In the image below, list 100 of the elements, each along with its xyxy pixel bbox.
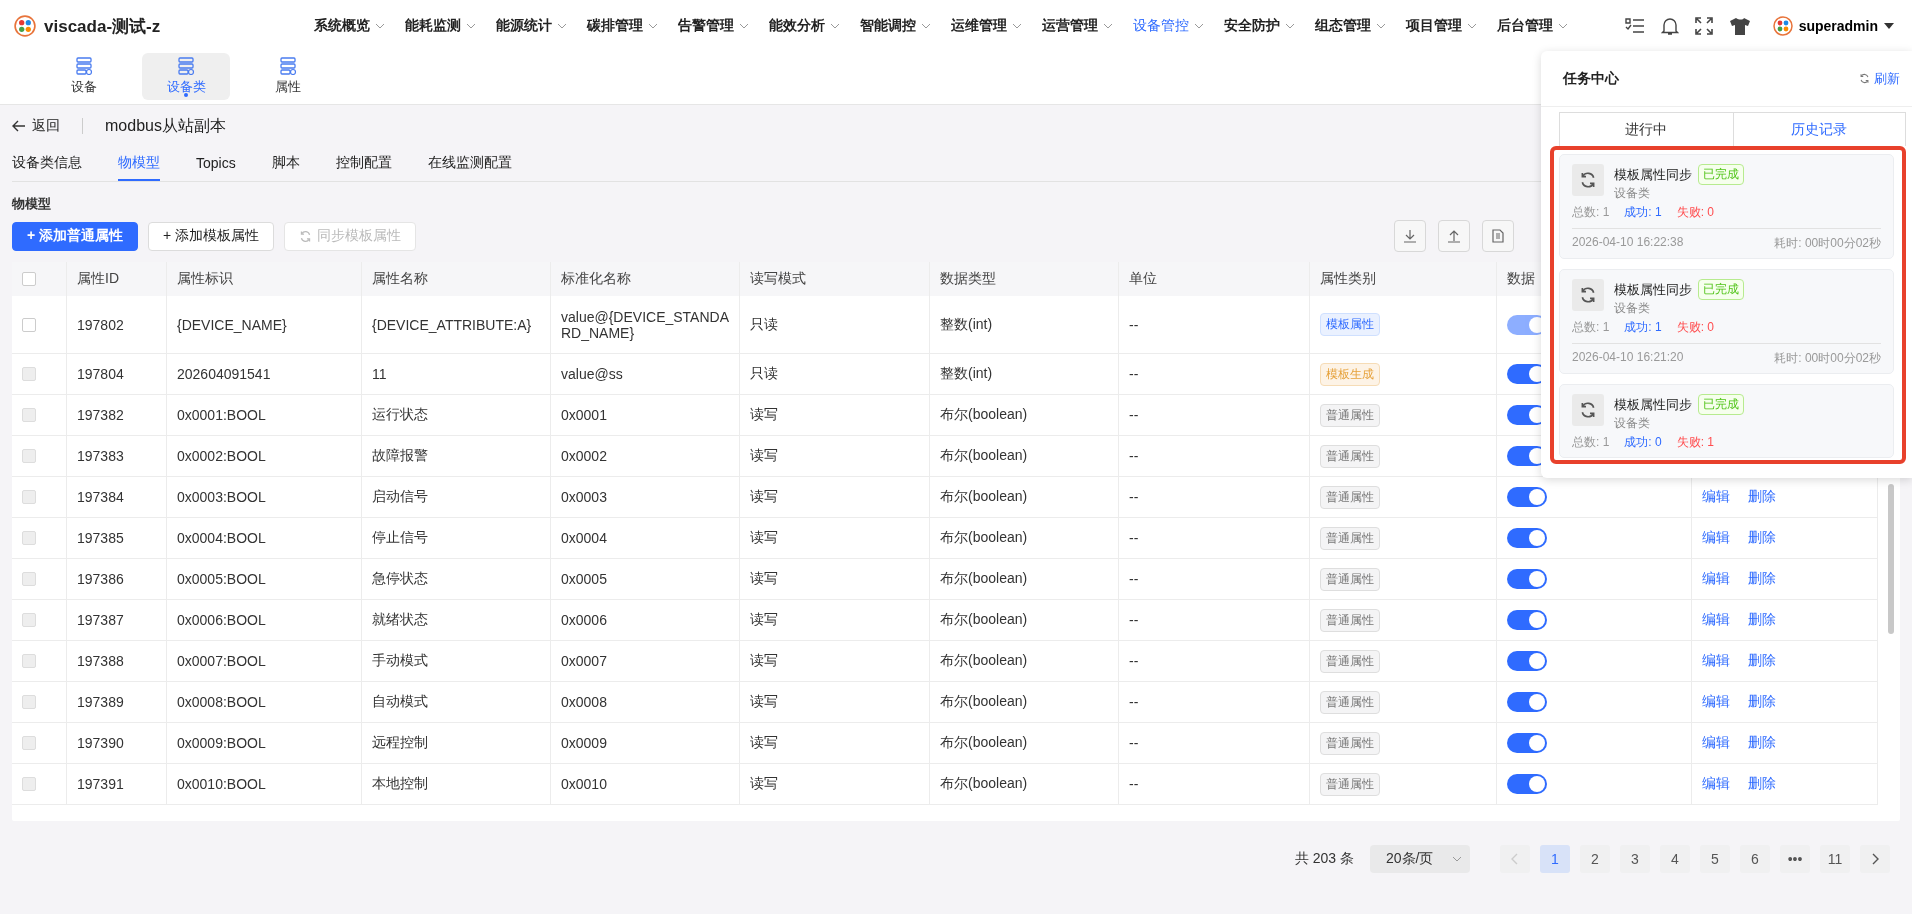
checklist-icon[interactable] xyxy=(1624,17,1645,35)
edit-link[interactable]: 编辑 xyxy=(1702,529,1730,547)
server-icon xyxy=(75,57,93,75)
t-shirt-icon[interactable] xyxy=(1728,17,1751,35)
table-cell: 布尔(boolean) xyxy=(940,693,1028,711)
toggle-switch[interactable] xyxy=(1507,692,1547,712)
nav-menu-item[interactable]: 能源统计 xyxy=(486,17,577,35)
table-cell: 197391 xyxy=(77,776,124,792)
checkbox[interactable] xyxy=(22,317,36,332)
toggle-switch[interactable] xyxy=(1507,733,1547,753)
table-cell: 0x0004:BOOL xyxy=(177,530,266,546)
toolbar-button[interactable]: + 添加普通属性 xyxy=(12,221,139,251)
module-tab[interactable]: 设备类 xyxy=(142,53,230,100)
page-button[interactable]: 5 xyxy=(1700,845,1730,873)
table-cell: 读写 xyxy=(750,693,778,711)
nav-menu-item[interactable]: 组态管理 xyxy=(1305,17,1396,35)
table-cell: 0x0002:BOOL xyxy=(177,448,266,464)
total-count: 总数: 1 xyxy=(1572,319,1610,336)
toggle-switch[interactable] xyxy=(1507,651,1547,671)
module-tab[interactable]: 属性 xyxy=(244,53,332,100)
task-subtitle: 设备类 xyxy=(1614,300,1651,317)
page-button[interactable]: 1 xyxy=(1540,845,1570,873)
upload-button[interactable] xyxy=(1438,220,1470,252)
module-tab[interactable]: 设备 xyxy=(40,53,128,100)
column-header: 属性类别 xyxy=(1320,270,1376,288)
nav-menu-item[interactable]: 碳排管理 xyxy=(577,17,668,35)
toggle-switch[interactable] xyxy=(1507,610,1547,630)
page-button[interactable]: 4 xyxy=(1660,845,1690,873)
table-cell: -- xyxy=(1129,530,1139,546)
back-link[interactable]: 返回 xyxy=(12,117,60,135)
delete-link[interactable]: 删除 xyxy=(1748,652,1776,670)
tab[interactable]: Topics xyxy=(196,147,236,181)
user-menu[interactable]: superadmin xyxy=(1766,15,1900,37)
chevron-down-icon xyxy=(1285,23,1295,29)
nav-menu-item[interactable]: 设备管控 xyxy=(1123,17,1214,35)
refresh-icon xyxy=(1579,171,1597,189)
page-size-select[interactable]: 20条/页 xyxy=(1370,845,1470,873)
page-button[interactable]: ••• xyxy=(1780,845,1810,873)
chevron-down-icon xyxy=(739,23,749,29)
nav-menu-item[interactable]: 安全防护 xyxy=(1214,17,1305,35)
edit-link[interactable]: 编辑 xyxy=(1702,570,1730,588)
next-page-button[interactable] xyxy=(1860,845,1890,873)
nav-menu-item[interactable]: 告警管理 xyxy=(668,17,759,35)
refresh-link[interactable]: 刷新 xyxy=(1859,69,1900,88)
tab[interactable]: 控制配置 xyxy=(335,147,392,181)
server-icon xyxy=(177,57,195,75)
edit-link[interactable]: 编辑 xyxy=(1702,652,1730,670)
nav-menu-item[interactable]: 运维管理 xyxy=(941,17,1032,35)
table-cell: 布尔(boolean) xyxy=(940,611,1028,629)
page-button[interactable]: 6 xyxy=(1740,845,1770,873)
download-button[interactable] xyxy=(1394,220,1426,252)
chevron-down-icon xyxy=(557,23,567,29)
toggle-switch[interactable] xyxy=(1507,569,1547,589)
edit-link[interactable]: 编辑 xyxy=(1702,488,1730,506)
page-button[interactable]: 11 xyxy=(1820,845,1850,873)
delete-link[interactable]: 删除 xyxy=(1748,775,1776,793)
nav-menu-item[interactable]: 系统概览 xyxy=(304,17,395,35)
edit-link[interactable]: 编辑 xyxy=(1702,611,1730,629)
category-tag: 普通属性 xyxy=(1320,526,1380,550)
panel-title: 任务中心 xyxy=(1563,69,1619,88)
delete-link[interactable]: 删除 xyxy=(1748,488,1776,506)
page-button[interactable]: 3 xyxy=(1620,845,1650,873)
nav-menu-item[interactable]: 能效分析 xyxy=(759,17,850,35)
tab[interactable]: 物模型 xyxy=(118,147,160,181)
table-cell: 0x0003 xyxy=(561,489,607,505)
delete-link[interactable]: 删除 xyxy=(1748,734,1776,752)
delete-link[interactable]: 删除 xyxy=(1748,693,1776,711)
nav-menu-item[interactable]: 智能调控 xyxy=(850,17,941,35)
table-cell: 0x0010:BOOL xyxy=(177,776,266,792)
toggle-switch[interactable] xyxy=(1507,528,1547,548)
delete-link[interactable]: 删除 xyxy=(1748,529,1776,547)
tab[interactable]: 在线监测配置 xyxy=(427,147,512,181)
tab[interactable]: 设备类信息 xyxy=(12,147,82,181)
toggle-switch[interactable] xyxy=(1507,774,1547,794)
delete-link[interactable]: 删除 xyxy=(1748,570,1776,588)
tab[interactable]: 脚本 xyxy=(271,147,300,181)
task-title: 模板属性同步 xyxy=(1614,280,1692,299)
checkbox[interactable] xyxy=(22,272,36,286)
table-cell: 197386 xyxy=(77,571,124,587)
table-cell: 读写 xyxy=(750,775,778,793)
success-count: 成功: 0 xyxy=(1624,434,1662,451)
edit-link[interactable]: 编辑 xyxy=(1702,775,1730,793)
document-button[interactable] xyxy=(1482,220,1514,252)
bell-icon[interactable] xyxy=(1660,16,1679,36)
fullscreen-icon[interactable] xyxy=(1694,17,1713,35)
edit-link[interactable]: 编辑 xyxy=(1702,693,1730,711)
toggle-switch[interactable] xyxy=(1507,487,1547,507)
nav-menu-item[interactable]: 后台管理 xyxy=(1487,17,1578,35)
nav-menu-item[interactable]: 能耗监测 xyxy=(395,17,486,35)
caret-icon xyxy=(1884,23,1894,29)
page-button[interactable]: 2 xyxy=(1580,845,1610,873)
category-tag: 普通属性 xyxy=(1320,690,1380,714)
task-subtitle: 设备类 xyxy=(1614,415,1651,432)
table-cell: 自动模式 xyxy=(372,693,428,711)
edit-link[interactable]: 编辑 xyxy=(1702,734,1730,752)
delete-link[interactable]: 删除 xyxy=(1748,611,1776,629)
toolbar-button[interactable]: + 添加模板属性 xyxy=(148,221,275,251)
nav-menu-item[interactable]: 运营管理 xyxy=(1032,17,1123,35)
category-tag: 普通属性 xyxy=(1320,608,1380,632)
nav-menu-item[interactable]: 项目管理 xyxy=(1396,17,1487,35)
